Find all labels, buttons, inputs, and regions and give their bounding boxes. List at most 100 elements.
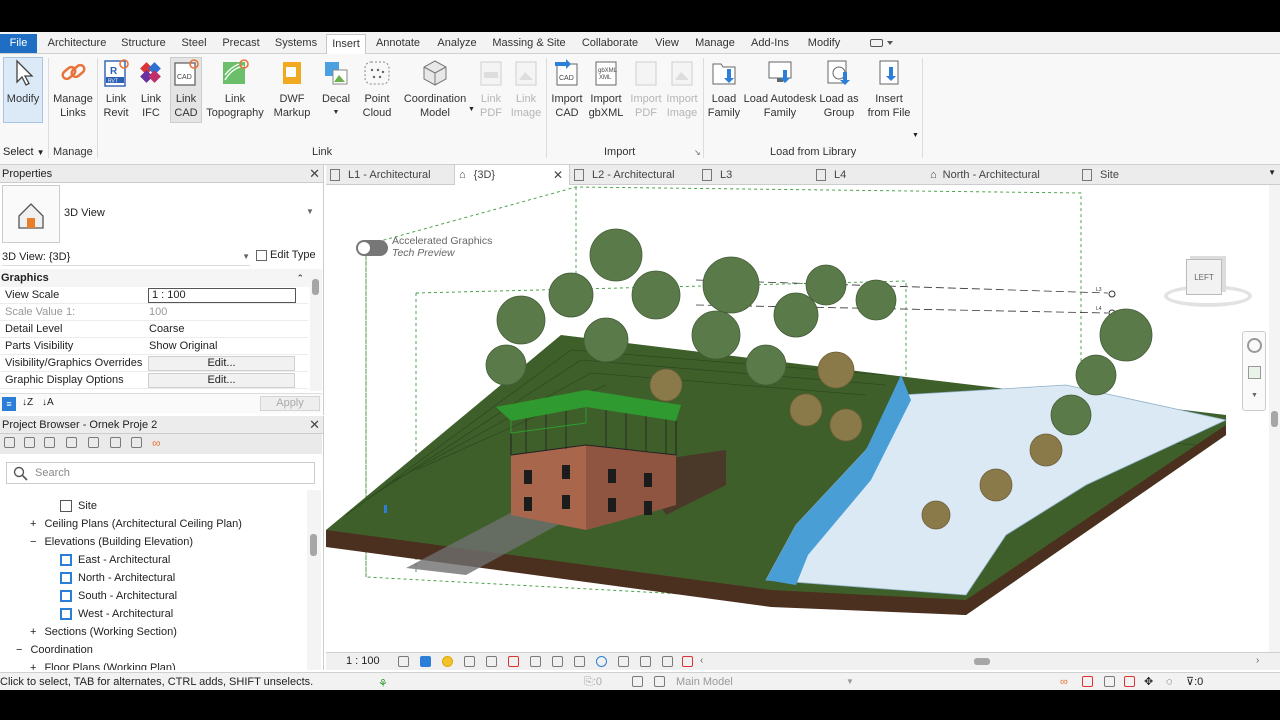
scrollbar-thumb[interactable] (1271, 411, 1278, 427)
browser-tool-icon[interactable] (110, 437, 121, 448)
link-image-button[interactable]: Link Image (508, 58, 544, 120)
browser-tool-icon[interactable] (24, 437, 35, 448)
sun-path-icon[interactable] (442, 656, 453, 667)
design-options-icon[interactable] (632, 676, 643, 687)
import-image-button[interactable]: Import Image (664, 58, 700, 120)
toggle-track[interactable] (356, 240, 388, 256)
tree-item-south[interactable]: South - Architectural (60, 587, 177, 605)
analytical-model-icon[interactable] (640, 656, 651, 667)
filter-icon[interactable]: ⊽:0 (1186, 673, 1203, 690)
sort-ascending-icon[interactable]: ↓Z (22, 397, 33, 408)
instance-filter-dropdown[interactable]: 3D View: {3D} ▼ (2, 248, 250, 266)
vg-overrides-edit-button[interactable]: Edit... (148, 356, 295, 371)
select-by-face-icon[interactable] (1124, 676, 1135, 687)
type-selector-name[interactable]: 3D View (64, 207, 105, 219)
tab-systems[interactable]: Systems (270, 34, 322, 53)
scroll-right-icon[interactable]: › (1256, 655, 1259, 666)
tree-item-coordination[interactable]: − Coordination (16, 641, 93, 659)
browser-search-input[interactable]: Search (6, 462, 315, 484)
tree-item-elevations[interactable]: − Elevations (Building Elevation) (30, 533, 193, 551)
link-cad-button[interactable]: CAD Link CAD (170, 57, 202, 123)
scroll-left-icon[interactable]: ‹ (700, 655, 703, 666)
tree-item-sections[interactable]: + Sections (Working Section) (30, 623, 177, 641)
canvas-vertical-scrollbar[interactable] (1269, 185, 1280, 652)
visual-style-icon[interactable] (420, 656, 431, 667)
crop-view-icon[interactable] (508, 656, 519, 667)
horizontal-scrollbar-thumb[interactable] (974, 658, 990, 665)
import-cad-button[interactable]: CAD Import CAD (549, 58, 585, 120)
tab-add-ins[interactable]: Add-Ins (746, 34, 794, 53)
expand-icon[interactable]: + (30, 626, 36, 638)
lock-view-icon[interactable] (552, 656, 563, 667)
link-ifc-button[interactable]: Link IFC (134, 58, 168, 120)
close-icon[interactable]: ✕ (309, 165, 320, 183)
view-tab-l3[interactable]: L3 (702, 165, 792, 185)
close-icon[interactable]: ✕ (553, 165, 563, 185)
browser-tool-icon[interactable] (131, 437, 142, 448)
sort-descending-icon[interactable]: ↓A (42, 397, 54, 408)
decal-dropdown-icon[interactable]: ▼ (318, 106, 354, 120)
type-selector-dropdown-icon[interactable]: ▼ (306, 207, 314, 216)
view-scale-input[interactable]: 1 : 100 (148, 288, 296, 303)
modify-button[interactable]: Modify (3, 57, 43, 123)
steering-wheel-icon[interactable] (1247, 338, 1262, 353)
view-tab-site[interactable]: Site (1082, 165, 1162, 185)
active-model-value[interactable]: Main Model (676, 673, 733, 690)
tab-massing-site[interactable]: Massing & Site (488, 34, 570, 53)
view-tab-l4[interactable]: L4 (816, 165, 906, 185)
model-dropdown-icon[interactable]: ▼ (846, 673, 854, 690)
workset-icon[interactable]: ⚘ (378, 675, 388, 690)
tab-steel[interactable]: Steel (176, 34, 212, 53)
view-tab-3d[interactable]: ⌂ {3D} ✕ (454, 165, 570, 185)
coordination-model-button[interactable]: Coordination Model (400, 58, 470, 120)
view-tab-l2[interactable]: L2 - Architectural (574, 165, 704, 185)
tab-file[interactable]: File (0, 34, 37, 53)
tab-structure[interactable]: Structure (116, 34, 171, 53)
nav-dropdown-icon[interactable]: ▼ (1251, 392, 1258, 399)
link-topography-button[interactable]: Link Topography (204, 58, 266, 120)
detail-level-icon[interactable] (398, 656, 409, 667)
detail-level-value[interactable]: Coarse (149, 321, 184, 338)
load-as-group-button[interactable]: Load as Group (818, 58, 860, 120)
select-dropdown[interactable]: Select ▼ (3, 146, 47, 158)
select-links-icon[interactable]: ∞ (1060, 673, 1068, 690)
parts-visibility-value[interactable]: Show Original (149, 338, 217, 355)
graphic-display-edit-button[interactable]: Edit... (148, 373, 295, 388)
tab-precast[interactable]: Precast (218, 34, 264, 53)
select-underlay-icon[interactable] (1082, 676, 1093, 687)
insert-file-dropdown-icon[interactable]: ▼ (912, 132, 919, 139)
3d-view-canvas[interactable]: L3 L4 Accelerated Graphics Tech Preview … (326, 185, 1269, 652)
close-icon[interactable]: ✕ (309, 416, 320, 434)
tab-overflow-icon[interactable]: ▼ (1268, 168, 1276, 177)
point-cloud-button[interactable]: Point Cloud (358, 58, 396, 120)
browser-tool-icon[interactable] (44, 437, 55, 448)
apply-button[interactable]: Apply (260, 396, 320, 411)
insert-from-file-button[interactable]: Insert from File (864, 58, 914, 120)
link-revit-button[interactable]: R RVT Link Revit (100, 58, 132, 120)
tab-insert[interactable]: Insert (326, 34, 366, 55)
tab-collaborate[interactable]: Collaborate (576, 34, 644, 53)
view-tab-north[interactable]: ⌂ North - Architectural (930, 165, 1080, 185)
reveal-constraints-icon[interactable] (682, 656, 693, 667)
tree-item-east[interactable]: East - Architectural (60, 551, 170, 569)
reveal-hidden-icon[interactable] (596, 656, 607, 667)
tree-item-north[interactable]: North - Architectural (60, 569, 175, 587)
level-head-icon[interactable] (1108, 290, 1116, 298)
view-tab-l1[interactable]: L1 - Architectural (330, 165, 454, 185)
browser-tool-icon[interactable] (4, 437, 15, 448)
dwf-markup-button[interactable]: DWF Markup (270, 58, 314, 120)
viewcube[interactable]: LEFT (1162, 255, 1254, 311)
load-family-button[interactable]: Load Family (706, 58, 742, 120)
temporary-hide-icon[interactable] (574, 656, 585, 667)
collapse-icon[interactable]: − (30, 536, 36, 548)
tab-analyze[interactable]: Analyze (432, 34, 482, 53)
tab-modify[interactable]: Modify (800, 34, 848, 53)
decal-button[interactable]: Decal ▼ (318, 58, 354, 120)
scrollbar-thumb[interactable] (310, 534, 317, 556)
categorize-icon[interactable]: ≡ (2, 397, 16, 411)
graphics-group-header[interactable]: Graphics ⌃ (0, 269, 310, 287)
browser-scrollbar[interactable] (307, 490, 321, 670)
tab-architecture[interactable]: Architecture (42, 34, 112, 53)
view-scale-control[interactable]: 1 : 100 (346, 655, 380, 667)
import-pdf-button[interactable]: Import PDF (628, 58, 664, 120)
